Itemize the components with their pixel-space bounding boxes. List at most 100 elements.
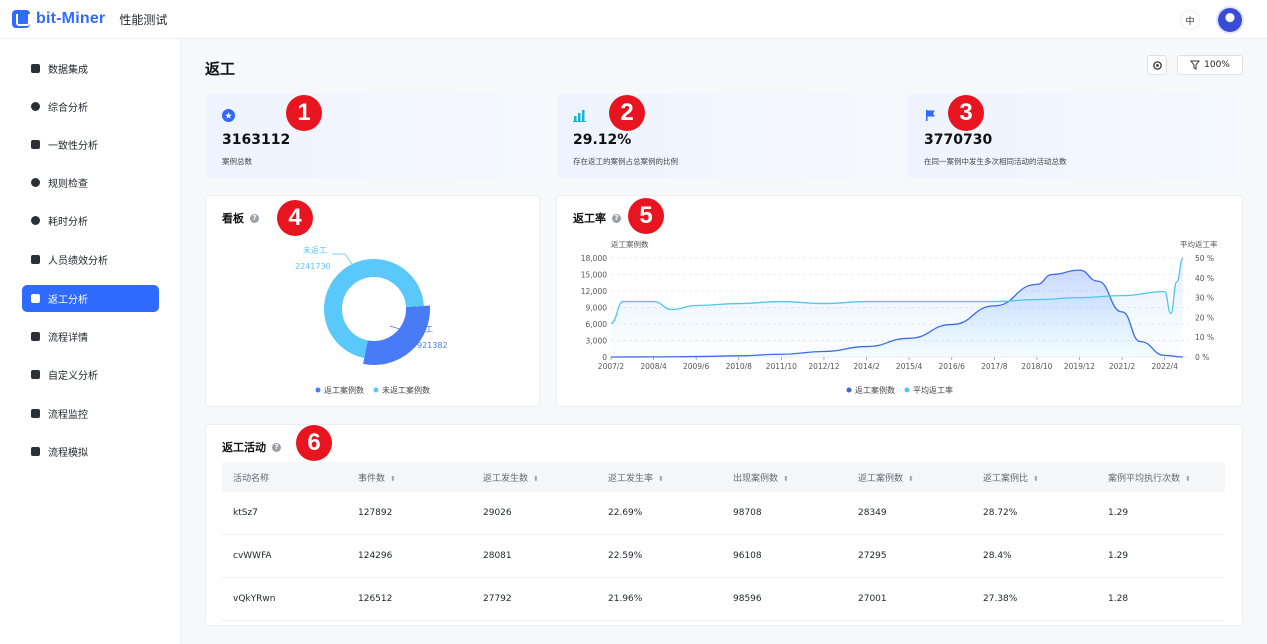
settings-button[interactable] — [1147, 55, 1167, 75]
legend-item-avg-rate[interactable]: 平均返工率 — [913, 385, 953, 395]
column-header-label: 返工案例数 — [858, 473, 904, 484]
slice-label-rework: 返工 — [417, 325, 433, 334]
table-cell: 21.96% — [608, 594, 643, 604]
stat-value: 3163112 — [222, 132, 291, 148]
column-header-avg-executions[interactable]: 案例平均执行次数 ⬍ — [1097, 471, 1222, 484]
column-header-rework-rate[interactable]: 返工发生率 ⬍ — [597, 471, 722, 484]
rework-icon — [31, 294, 40, 303]
column-header-label: 事件数 — [358, 473, 386, 484]
y-left-axis-label: 返工案例数 — [611, 239, 649, 249]
column-header-case-count[interactable]: 出现案例数 ⬍ — [722, 471, 847, 484]
sort-icon[interactable]: ⬍ — [1185, 475, 1191, 483]
sidebar-item-label: 一致性分析 — [48, 141, 98, 152]
simulate-icon — [31, 447, 40, 456]
columns-icon — [31, 140, 40, 149]
sidebar-item-label: 耗时分析 — [48, 217, 88, 228]
layers-icon — [31, 64, 40, 73]
annotation-badge: 3 — [948, 95, 984, 131]
table-row[interactable]: ktSz7 127892 29026 22.69% 98708 28349 28… — [222, 492, 1225, 535]
rework-activities-title: 返工活动 ? — [222, 439, 281, 455]
rework-activities-title-text: 返工活动 — [222, 441, 266, 454]
table-cell: 27792 — [483, 594, 512, 604]
sidebar-item-label: 返工分析 — [48, 295, 88, 306]
table-cell: 28.72% — [983, 508, 1018, 518]
annotation-badge: 2 — [609, 95, 645, 131]
stat-desc: 在同一案例中发生多次相同活动的活动总数 — [924, 157, 1067, 166]
sort-icon[interactable]: ⬍ — [658, 475, 664, 483]
logo[interactable]: bit-Miner — [12, 10, 105, 28]
sort-icon[interactable]: ⬍ — [908, 475, 914, 483]
stat-desc: 案例总数 — [222, 157, 252, 166]
legend-item-rework-cases[interactable]: 返工案例数 — [855, 385, 895, 395]
help-icon[interactable]: ? — [272, 442, 281, 452]
column-header-label: 活动名称 — [233, 473, 270, 484]
table-cell: 28.4% — [983, 551, 1012, 561]
sidebar-item-performance[interactable]: 人员绩效分析 — [22, 246, 159, 273]
table-cell: 1.29 — [1108, 508, 1129, 518]
sidebar-item-consistency[interactable]: 一致性分析 — [22, 131, 159, 158]
donut-slice-rework[interactable] — [363, 305, 430, 365]
table-cell: 1.29 — [1108, 551, 1129, 561]
table-cell: 22.69% — [608, 508, 643, 518]
sidebar-item-data-integration[interactable]: 数据集成 — [22, 55, 159, 82]
x-tick-label: 2012/12 — [808, 362, 839, 371]
sidebar-item-flow-detail[interactable]: 流程详情 — [22, 323, 159, 350]
sidebar-item-rework[interactable]: 返工分析 — [22, 285, 159, 312]
legend-item-no-rework[interactable]: 未返工案例数 — [382, 385, 430, 395]
column-header-rework-case-ratio[interactable]: 返工案例比 ⬍ — [972, 471, 1097, 484]
table-cell: 96108 — [733, 551, 762, 561]
column-header-rework-cases[interactable]: 返工案例数 ⬍ — [847, 471, 972, 484]
sidebar-item-flow-monitor[interactable]: 流程监控 — [22, 400, 159, 427]
sidebar-item-flow-simulation[interactable]: 流程模拟 — [22, 438, 159, 465]
slice-value-no-rework: 2241730 — [295, 262, 331, 271]
monitor-icon — [31, 409, 40, 418]
table-cell: 27001 — [858, 594, 887, 604]
x-tick-label: 2011/10 — [766, 362, 797, 371]
sidebar-item-rule-check[interactable]: 规则检查 — [22, 169, 159, 196]
brand-name: bit-Miner — [36, 10, 106, 27]
y-right-tick-label: 30 % — [1195, 294, 1214, 303]
sidebar-item-custom-analysis[interactable]: 自定义分析 — [22, 361, 159, 388]
table-cell: 1.28 — [1108, 594, 1129, 604]
sort-icon[interactable]: ⬍ — [1033, 475, 1039, 483]
language-toggle-button[interactable]: 中 — [1180, 10, 1200, 30]
sidebar-item-duration[interactable]: 耗时分析 — [22, 207, 159, 234]
sort-icon[interactable]: ⬍ — [533, 475, 539, 483]
sidebar-item-overall-analysis[interactable]: 综合分析 — [22, 93, 159, 120]
column-header-label: 返工案例比 — [983, 473, 1029, 484]
slice-label-no-rework: 未返工 — [303, 245, 327, 255]
sidebar-item-label: 综合分析 — [48, 103, 88, 114]
x-tick-label: 2014/2 — [853, 362, 880, 371]
table-row[interactable]: vQkYRwn 126512 27792 21.96% 98596 27001 … — [222, 578, 1225, 621]
filter-button[interactable]: 100% — [1177, 55, 1243, 75]
column-header-activity[interactable]: 活动名称 — [222, 471, 347, 484]
filter-icon — [1190, 60, 1201, 70]
y-left-tick-label: 6,000 — [586, 320, 608, 329]
table-cell: 27295 — [858, 551, 887, 561]
annotation-badge: 6 — [296, 425, 332, 461]
column-header-label: 案例平均执行次数 — [1108, 473, 1181, 484]
column-header-label: 出现案例数 — [733, 473, 779, 484]
sidebar-item-label: 规则检查 — [48, 179, 88, 190]
x-tick-label: 2017/8 — [981, 362, 1008, 371]
legend-marker-avg-rate — [904, 387, 910, 393]
column-header-events[interactable]: 事件数 ⬍ — [347, 471, 472, 484]
table-cell: ktSz7 — [233, 508, 258, 518]
y-right-tick-label: 20 % — [1195, 313, 1214, 322]
slice-value-rework: 921382 — [417, 341, 448, 350]
stat-card-rework-ratio: 29.12% 存在返工的案例占总案例的比例 2 — [557, 94, 891, 178]
column-header-rework-count[interactable]: 返工发生数 ⬍ — [472, 471, 597, 484]
y-left-tick-label: 0 — [602, 353, 607, 362]
board-panel: 看板 ? 4 未返工 2241730 返工 921382 返工案例数 未返工案例… — [205, 195, 540, 407]
sort-icon[interactable]: ⬍ — [783, 475, 789, 483]
table-cell: vQkYRwn — [233, 594, 276, 604]
table-row[interactable]: cvWWFA 124296 28081 22.59% 96108 27295 2… — [222, 535, 1225, 578]
app-subtitle: 性能测试 — [119, 12, 168, 27]
legend-item-rework[interactable]: 返工案例数 — [324, 385, 364, 395]
avatar[interactable] — [1218, 8, 1242, 32]
area-avg-rate — [611, 258, 1183, 357]
sidebar-item-label: 数据集成 — [48, 65, 88, 76]
table-cell: 98708 — [733, 508, 762, 518]
bar-chart-icon — [31, 370, 40, 379]
sort-icon[interactable]: ⬍ — [390, 475, 396, 483]
